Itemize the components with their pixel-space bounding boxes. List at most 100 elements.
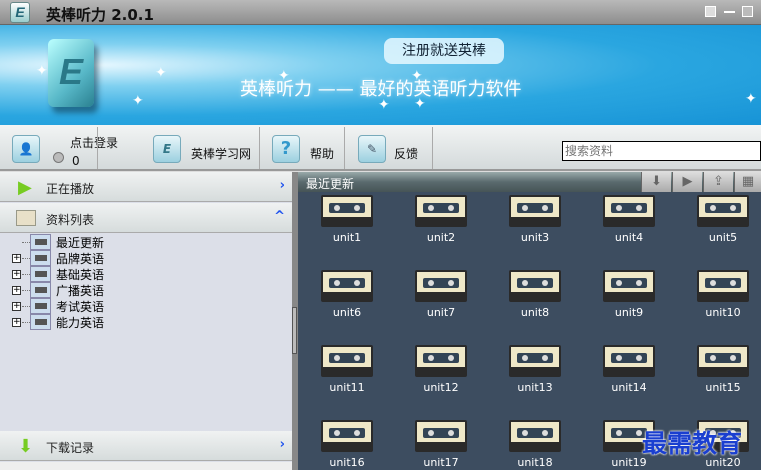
- unit-tile[interactable]: unit9: [594, 270, 664, 319]
- expand-icon[interactable]: +: [12, 254, 21, 263]
- unit-tile[interactable]: unit15: [688, 345, 758, 394]
- unit-label: unit10: [705, 306, 741, 319]
- unit-tile[interactable]: unit6: [312, 270, 382, 319]
- cassette-icon: [30, 298, 51, 314]
- tree-item-label: 品牌英语: [56, 252, 105, 266]
- unit-label: unit15: [705, 381, 741, 394]
- content-header: 最近更新 ⬇ ▶ ⇪ ▦: [298, 172, 761, 192]
- expand-icon[interactable]: +: [12, 270, 21, 279]
- search-input[interactable]: [562, 141, 761, 161]
- unit-tile[interactable]: unit3: [500, 195, 570, 244]
- downloads-label: 下载记录: [46, 441, 95, 455]
- unit-label: unit5: [708, 231, 738, 244]
- cassette-icon: [697, 270, 749, 302]
- unit-tile[interactable]: unit5: [688, 195, 758, 244]
- unit-tile[interactable]: unit12: [406, 345, 476, 394]
- now-playing-header[interactable]: ▶ 正在播放 ›: [0, 172, 292, 202]
- cassette-icon: [30, 266, 51, 282]
- unit-tile[interactable]: unit8: [500, 270, 570, 319]
- collapse-panel-handle[interactable]: [292, 307, 297, 354]
- cassette-icon: [509, 345, 561, 377]
- banner[interactable]: E 注册就送英棒 英棒听力 —— 最好的英语听力软件 ✦ ✦ ✦ ✦ ✦ ✦ ✦…: [0, 25, 761, 125]
- tree-item[interactable]: + 能力英语: [10, 314, 210, 330]
- share-button[interactable]: ⇪: [703, 172, 733, 192]
- unit-label: unit3: [520, 231, 550, 244]
- tree-item[interactable]: + 品牌英语: [10, 250, 210, 266]
- sparkle-icon: ✦: [414, 96, 426, 112]
- expand-icon[interactable]: +: [12, 286, 21, 295]
- watermark: 最需教育: [642, 429, 743, 458]
- unit-tile[interactable]: unit4: [594, 195, 664, 244]
- tree-item[interactable]: + 广播英语: [10, 282, 210, 298]
- unit-tile[interactable]: unit7: [406, 270, 476, 319]
- tree-item[interactable]: 最近更新: [10, 234, 210, 250]
- download-arrow-icon: ⬇: [18, 436, 34, 457]
- unit-label: unit17: [423, 456, 459, 469]
- unit-label: unit11: [329, 381, 365, 394]
- tree-item[interactable]: + 基础英语: [10, 266, 210, 282]
- yingbang-site-icon[interactable]: E: [153, 135, 181, 163]
- cassette-icon: [415, 345, 467, 377]
- unit-label: unit12: [423, 381, 459, 394]
- tree-item[interactable]: + 考试英语: [10, 298, 210, 314]
- cassette-icon: [30, 282, 51, 298]
- user-avatar-icon[interactable]: 👤: [12, 135, 40, 163]
- cassette-icon: [697, 345, 749, 377]
- feedback-icon[interactable]: ✎: [358, 135, 386, 163]
- sparkle-icon: ✦: [278, 68, 290, 84]
- unit-label: unit18: [517, 456, 553, 469]
- content-title: 最近更新: [306, 177, 355, 191]
- cassette-icon: [509, 195, 561, 227]
- unit-tile[interactable]: unit14: [594, 345, 664, 394]
- sparkle-icon: ✦: [411, 68, 423, 84]
- login-link[interactable]: 点击登录: [70, 134, 118, 151]
- download-button[interactable]: ⬇: [641, 172, 671, 192]
- cassette-icon: [321, 270, 373, 302]
- menu-button[interactable]: [705, 6, 716, 17]
- yingbang-site-button[interactable]: 英棒学习网: [191, 145, 251, 162]
- unit-tile[interactable]: unit18: [500, 420, 570, 469]
- window-title: 英棒听力 2.0.1: [46, 6, 154, 24]
- title-bar: E 英棒听力 2.0.1: [0, 0, 761, 25]
- unit-label: unit16: [329, 456, 365, 469]
- help-button[interactable]: 帮助: [310, 145, 334, 162]
- unit-tile[interactable]: unit2: [406, 195, 476, 244]
- unit-label: unit2: [426, 231, 456, 244]
- unit-tile[interactable]: unit11: [312, 345, 382, 394]
- tree-item-label: 能力英语: [56, 316, 105, 330]
- brand-logo-icon: E: [48, 39, 94, 107]
- expand-icon[interactable]: +: [12, 318, 21, 327]
- register-promo-button[interactable]: 注册就送英棒: [384, 38, 504, 64]
- unit-tile[interactable]: unit10: [688, 270, 758, 319]
- now-playing-label: 正在播放: [46, 182, 95, 196]
- play-button[interactable]: ▶: [672, 172, 702, 192]
- help-icon[interactable]: ?: [272, 135, 300, 163]
- cassette-icon: [30, 314, 51, 330]
- unit-label: unit7: [426, 306, 456, 319]
- cassette-icon: [603, 345, 655, 377]
- chevron-right-icon: ›: [279, 437, 285, 452]
- maximize-button[interactable]: [742, 6, 753, 17]
- cassette-icon: [321, 420, 373, 452]
- unit-label: unit1: [332, 231, 362, 244]
- unit-tile[interactable]: unit17: [406, 420, 476, 469]
- downloads-header[interactable]: ⬇ 下载记录 ›: [0, 431, 292, 461]
- resource-list-header[interactable]: 资料列表 ^: [0, 203, 292, 233]
- minimize-button[interactable]: [724, 11, 735, 13]
- cassette-icon: [509, 420, 561, 452]
- feedback-button[interactable]: 反馈: [394, 145, 418, 162]
- unit-tile[interactable]: unit16: [312, 420, 382, 469]
- unit-tile[interactable]: unit1: [312, 195, 382, 244]
- tree-item-label: 基础英语: [56, 268, 105, 282]
- coin-icon: [53, 152, 64, 163]
- expand-icon[interactable]: +: [12, 302, 21, 311]
- unit-label: unit13: [517, 381, 553, 394]
- play-icon: ▶: [18, 177, 32, 198]
- sparkle-icon: ✦: [155, 65, 167, 81]
- grid-view-button[interactable]: ▦: [734, 172, 761, 192]
- tree-item-label: 考试英语: [56, 300, 105, 314]
- next-section-header[interactable]: [0, 462, 292, 470]
- chevron-up-icon: ^: [274, 209, 285, 224]
- unit-tile[interactable]: unit13: [500, 345, 570, 394]
- folder-icon: [16, 210, 36, 226]
